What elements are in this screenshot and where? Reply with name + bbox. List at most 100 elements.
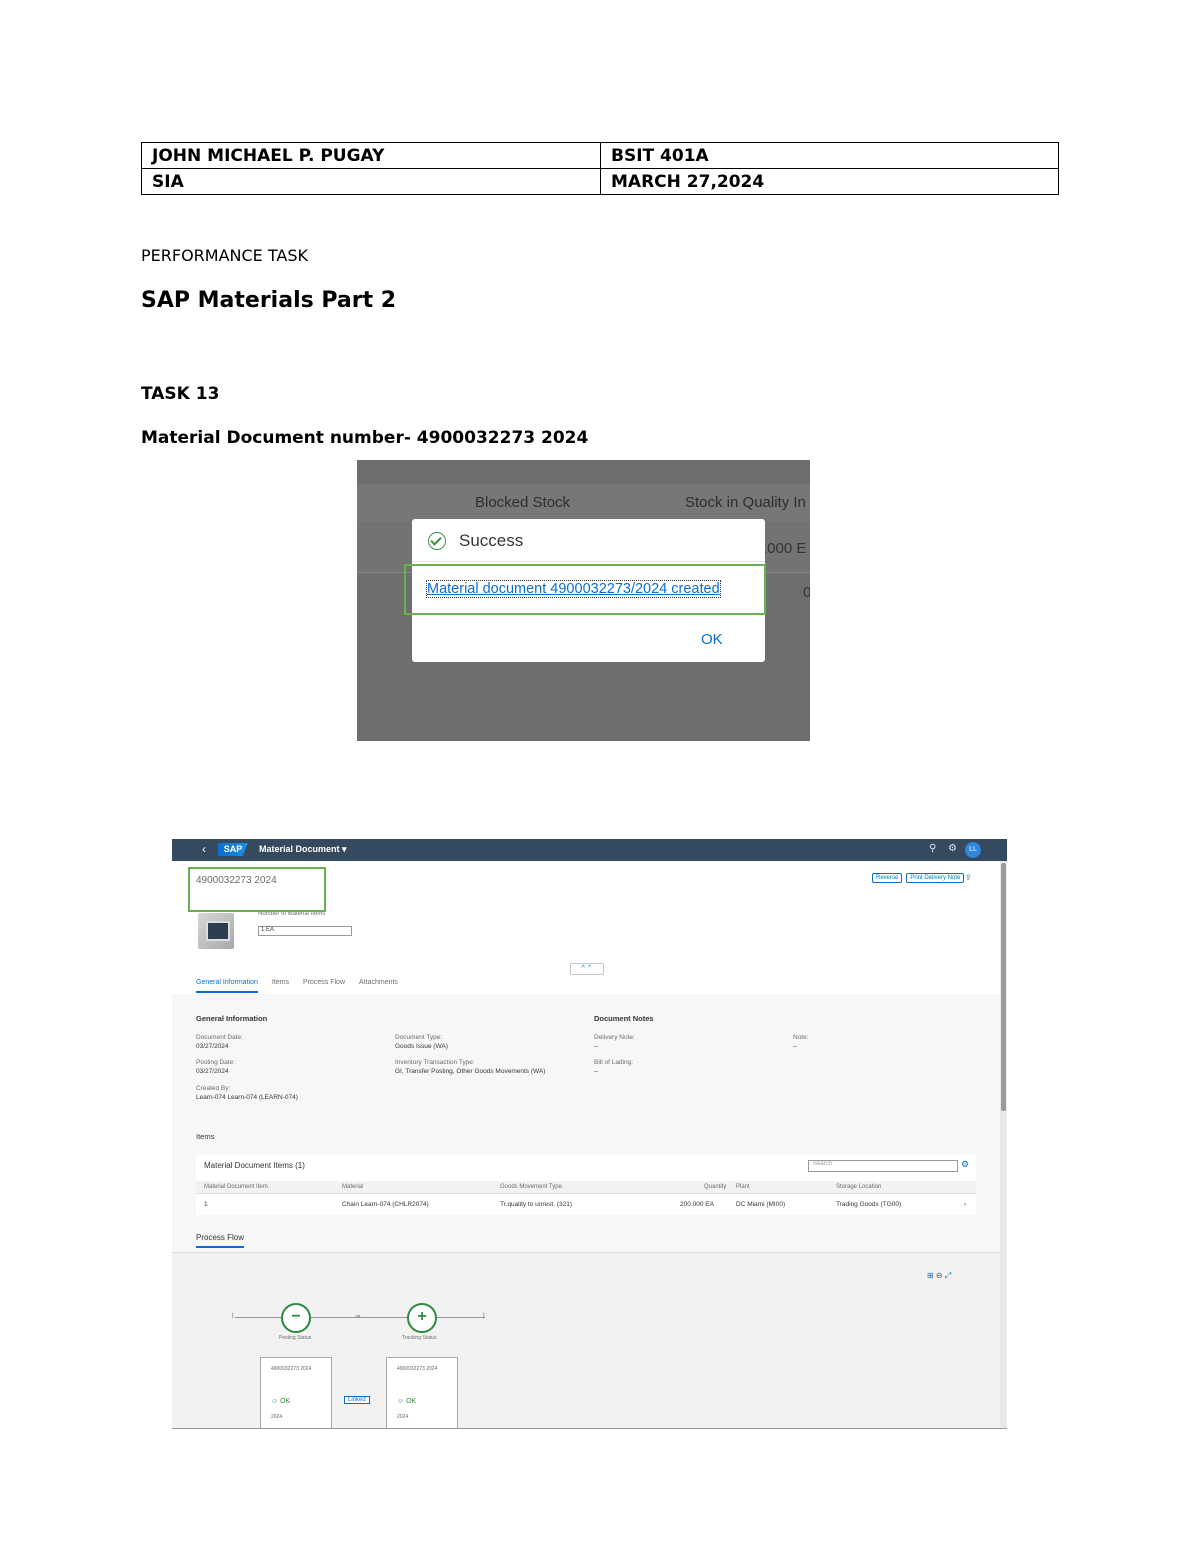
flow-arrow-icon: ⇒ [355,1313,361,1320]
item-plant: DC Miami (MI00) [736,1201,786,1208]
ok-button[interactable]: OK [701,631,723,648]
search-input[interactable]: Search [808,1160,958,1172]
flow-line [435,1317,485,1318]
column-header: Quantity [704,1184,727,1190]
column-blocked-stock: Blocked Stock [475,494,571,511]
background-value-2: 0 [803,584,810,601]
item-storage-location: Trading Goods (TG00) [836,1201,902,1208]
column-header: Storage Location [836,1184,882,1190]
section: BSIT 401A [600,142,1059,169]
date: MARCH 27,2024 [600,168,1059,195]
notes: – [793,1043,797,1050]
tab-process-flow[interactable]: Process Flow [303,979,345,993]
process-flow-title[interactable]: Process Flow [196,1233,245,1248]
tab-bar: General Information Items Process Flow A… [196,979,398,993]
card-title: 4900032273 2024 [271,1366,312,1372]
card-status: ☺ OK [397,1398,417,1405]
highlight-box [188,867,326,912]
document-date-label: Document Date: [196,1034,243,1041]
header-actions: Reverse Print Delivery Note [872,873,965,883]
search-icon[interactable]: ⚲ [929,843,936,854]
created-by: Learn-074 Learn-074 (LEARN-074) [196,1094,298,1101]
created-by-label: Created By: [196,1085,231,1092]
header-table: JOHN MICHAEL P. PUGAY BSIT 401A SIA MARC… [141,142,1059,195]
node-label-posting: Posting Status [279,1335,312,1341]
bill-of-lading: – [594,1068,598,1075]
subject: SIA [141,168,601,195]
flow-start-marker: | [232,1312,234,1319]
column-header: Material Document Item [204,1184,268,1190]
document-type-label: Document Type: [395,1034,443,1041]
items-table: Material Document Items (1) Search ⚙ Mat… [196,1155,976,1215]
performance-task-label: PERFORMANCE TASK [141,246,308,265]
card-date: 2024 [271,1414,283,1420]
material-image [198,913,234,949]
transaction-type: GI, Transfer Posting, Other Goods Moveme… [395,1068,546,1075]
column-header: Goods Movement Type [500,1184,562,1190]
collapse-header-button[interactable]: ^ ⌃ [570,963,604,975]
document-notes-title: Document Notes [594,1014,654,1023]
items-section-title: Items [196,1132,215,1141]
plus-circle-icon[interactable]: + [407,1303,437,1333]
item-quantity: 200.000 EA [680,1201,714,1208]
minus-circle-icon[interactable]: − [281,1303,311,1333]
sap-logo[interactable]: SAP [218,843,248,856]
student-name: JOHN MICHAEL P. PUGAY [141,142,601,169]
app-title-menu[interactable]: Material Document ▾ [259,844,347,855]
tab-items[interactable]: Items [272,979,289,993]
highlight-box [404,564,766,615]
posting-date: 03/27/2024 [196,1068,229,1075]
card-title: 4900032273 2024 [397,1366,438,1372]
material-document-screenshot: ‹ SAP Material Document ▾ ⚲ ⚙ LL 4900032… [172,839,1007,1429]
process-flow-zoom-controls[interactable]: ⊞ ⊖ ⤢ [927,1271,951,1281]
print-delivery-note-button[interactable]: Print Delivery Note [906,873,965,883]
item-material: Chain Learn-074 (CHLR2074) [342,1201,429,1208]
column-quality-stock: Stock in Quality In [685,494,806,511]
delivery-note-label: Delivery Note: [594,1034,635,1041]
table-header-row: Material Document Item Material Goods Mo… [196,1181,976,1194]
document-type: Goods Issue (WA) [395,1043,448,1050]
share-icon[interactable]: ⇪ [965,873,972,882]
success-check-icon [428,532,446,550]
tab-general-information[interactable]: General Information [196,979,258,993]
scrollbar-thumb[interactable] [1001,863,1006,1111]
posting-date-label: Posting Date: [196,1059,236,1066]
shell-bar: ‹ SAP Material Document ▾ ⚲ ⚙ LL [172,839,1007,861]
help-icon[interactable]: ⚙ [948,843,957,854]
column-header: Plant [736,1184,750,1190]
bill-of-lading-label: Bill of Lading: [594,1059,634,1066]
key-field-value: 1 EA [258,926,352,936]
item-number: 1 [204,1201,208,1208]
dialog-divider [412,561,765,562]
node-label-tracking: Tracking Status [402,1335,437,1341]
flow-line [235,1317,415,1318]
card-status: ☺ OK [271,1398,291,1405]
header-row-1: JOHN MICHAEL P. PUGAY BSIT 401A [141,142,1059,169]
document-date: 03/27/2024 [196,1043,229,1050]
transaction-type-label: Inventory Transaction Type: [395,1059,475,1066]
notes-label: Note: [793,1034,809,1041]
item-movement-type: Tr.quality to unrest. (321) [500,1201,573,1208]
general-info-title: General Information [196,1014,268,1023]
task-label: TASK 13 [141,384,220,404]
back-icon[interactable]: ‹ [202,842,206,856]
header-row-2: SIA MARCH 27,2024 [141,168,1059,195]
flow-end-marker: | [483,1312,485,1319]
reverse-button[interactable]: Reverse [872,873,903,883]
table-settings-icon[interactable]: ⚙ [961,1159,969,1170]
linked-button[interactable]: Linked [344,1396,370,1404]
document-title: SAP Materials Part 2 [141,288,397,313]
row-chevron-icon[interactable]: › [964,1201,966,1208]
tab-attachments[interactable]: Attachments [359,979,398,993]
delivery-note: – [594,1043,598,1050]
material-document-line: Material Document number- 4900032273 202… [141,428,589,448]
dialog-title: Success [459,531,524,550]
background-value: .000 E [763,540,807,557]
success-dialog-screenshot: Blocked Stock Stock in Quality In .000 E… [357,460,810,741]
avatar[interactable]: LL [965,842,981,858]
items-table-title: Material Document Items (1) [204,1161,305,1170]
card-date: 2024 [397,1414,409,1420]
column-header: Material [342,1184,364,1190]
process-flow-card[interactable]: 4900032273 2024 ☺ OK 2024 [260,1357,332,1428]
process-flow-card[interactable]: 4900032273 2024 ☺ OK 2024 [386,1357,458,1428]
